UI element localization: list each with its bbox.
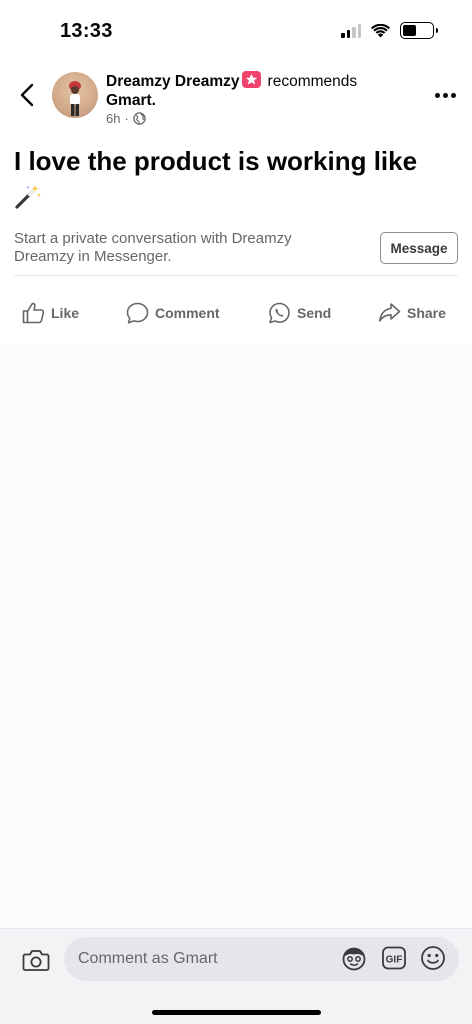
camera-button[interactable] <box>22 947 50 973</box>
send-button[interactable]: Send <box>268 302 331 324</box>
status-bar: 13:33 <box>0 0 472 62</box>
emoji-button[interactable] <box>419 944 447 972</box>
avatar[interactable] <box>52 72 98 118</box>
comment-bubble-icon <box>126 302 149 324</box>
author-name[interactable]: Dreamzy Dreamzy <box>106 73 240 90</box>
gif-icon: GIF <box>382 946 406 970</box>
comment-button[interactable]: Comment <box>126 302 220 324</box>
more-options-button[interactable] <box>432 88 458 102</box>
globe-icon <box>133 112 146 125</box>
home-indicator[interactable] <box>152 1010 321 1015</box>
gif-label: GIF <box>386 955 403 966</box>
comments-area <box>0 345 472 928</box>
author-line: Dreamzy Dreamzy recommends Gmart. <box>106 71 406 110</box>
like-button[interactable]: Like <box>22 302 79 324</box>
chevron-left-icon <box>20 83 34 107</box>
status-icons <box>341 22 438 39</box>
share-label: Share <box>407 305 446 321</box>
post-header: Dreamzy Dreamzy recommends Gmart. 6h · <box>0 62 472 132</box>
page-name[interactable]: Gmart. <box>106 92 156 109</box>
messenger-prompt: Start a private conversation with Dreamz… <box>14 230 458 274</box>
avatar-sticker-icon <box>342 947 366 971</box>
comment-label: Comment <box>155 305 220 321</box>
message-button[interactable]: Message <box>380 232 458 264</box>
action-bar: Like Comment Send Share <box>0 298 472 332</box>
back-button[interactable] <box>14 80 40 110</box>
recommends-text: recommends <box>267 73 358 90</box>
avatar-sticker-button[interactable] <box>340 944 368 972</box>
share-arrow-icon <box>379 303 401 322</box>
thumbs-up-icon <box>22 302 45 324</box>
like-label: Like <box>51 305 80 321</box>
top-fan-star-badge-icon <box>241 71 261 88</box>
gif-button[interactable]: GIF <box>380 944 408 972</box>
post-meta: 6h · <box>106 111 146 126</box>
camera-icon <box>22 950 50 971</box>
wifi-icon <box>371 23 390 37</box>
emoji-icon <box>421 946 445 970</box>
signal-icon <box>341 23 361 38</box>
meta-separator: · <box>124 111 129 126</box>
divider <box>14 275 458 276</box>
status-time: 13:33 <box>60 20 113 42</box>
send-label: Send <box>297 305 332 321</box>
messenger-prompt-text: Start a private conversation with Dreamz… <box>14 230 292 265</box>
whatsapp-icon <box>269 302 290 324</box>
battery-icon <box>400 22 438 39</box>
post-age[interactable]: 6h <box>106 111 120 126</box>
post-body: I love the product is working like <box>14 146 418 176</box>
post-text: I love the product is working like <box>14 144 458 218</box>
share-button[interactable]: Share <box>378 302 446 324</box>
magic-wand-icon <box>15 185 41 209</box>
